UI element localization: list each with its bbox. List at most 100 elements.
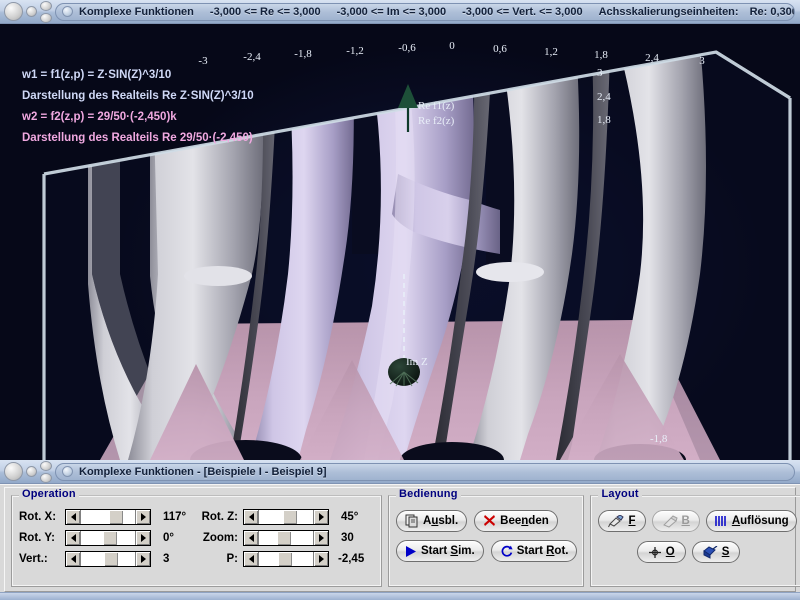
panel-title-field: Komplexe Funktionen - [Beispiele I - Bei… — [55, 462, 795, 481]
window-close-button[interactable] — [4, 2, 23, 21]
svg-text:2,4: 2,4 — [645, 52, 659, 64]
bedienung-row-2: Start Sim. Start Rot. — [396, 540, 578, 562]
start-sim-button[interactable]: Start Sim. — [396, 540, 484, 562]
resolution-icon — [714, 515, 728, 527]
slider-zoom[interactable] — [243, 530, 329, 546]
slider-rot-y-left-button[interactable] — [66, 531, 81, 545]
svg-text:1,2: 1,2 — [544, 46, 558, 58]
layout-f-button[interactable]: F — [598, 510, 646, 532]
value-rot-y: 0° — [163, 532, 174, 544]
slider-vert-right-button[interactable] — [135, 552, 150, 566]
tube-rim-2 — [476, 262, 544, 282]
formula-line-4: Darstellung des Realteils Re 29/50·(-2,4… — [22, 132, 253, 144]
slider-rot-y-thumb[interactable] — [102, 531, 117, 545]
layout-row-2: O S — [598, 541, 796, 563]
layout-o-label: O — [665, 546, 675, 558]
group-operation-legend: Operation — [19, 488, 79, 500]
panel-minimize-button[interactable] — [26, 466, 37, 477]
svg-text:-2,4: -2,4 — [243, 51, 261, 63]
window-bottom-bar — [0, 592, 800, 600]
layout-s-button[interactable]: S — [691, 541, 741, 563]
range-vert: -3,000 <= Vert. <= 3,000 — [462, 5, 583, 18]
slider-zoom-track[interactable] — [259, 531, 313, 545]
close-x-icon — [483, 514, 496, 529]
window-restore-button[interactable] — [40, 12, 52, 23]
window-zoom-buttons — [40, 0, 52, 23]
slider-rot-y-right-button[interactable] — [135, 531, 150, 545]
top-axis-ticks: -3 -2,4 -1,8 -1,2 -0,6 0 0,6 1,2 1,8 2,4… — [198, 40, 705, 67]
panel-window-title: Komplexe Funktionen - [Beispiele I - Bei… — [79, 465, 327, 478]
slider-p-thumb[interactable] — [278, 552, 293, 566]
bottom-right-tick: -1,8 — [650, 433, 668, 445]
slider-rot-x-right-button[interactable] — [135, 510, 150, 524]
panel-restore-button[interactable] — [40, 472, 52, 483]
slider-vert-track[interactable] — [81, 552, 135, 566]
layout-b-button[interactable]: B — [651, 510, 700, 532]
ausblenden-button[interactable]: Ausbl. — [396, 510, 468, 532]
formula-overlay: w1 = f1(z,p) = Z·SIN(Z)^3/10 Darstellung… — [21, 69, 254, 144]
slider-p-right-button[interactable] — [313, 552, 328, 566]
slider-rot-z-track[interactable] — [259, 510, 313, 524]
layout-s-label: S — [721, 546, 730, 558]
group-bedienung-legend: Bedienung — [396, 488, 461, 500]
label-zoom: Zoom: — [202, 532, 238, 544]
value-p: -2,45 — [338, 553, 365, 565]
3d-viewport[interactable]: -3 -2,4 -1,8 -1,2 -0,6 0 0,6 1,2 1,8 2,4… — [0, 24, 800, 460]
svg-text:1,8: 1,8 — [594, 49, 608, 61]
slider-vert-thumb[interactable] — [103, 552, 118, 566]
slider-zoom-right-button[interactable] — [313, 531, 328, 545]
slider-rot-y[interactable] — [65, 530, 151, 546]
application-window: Komplexe Funktionen -3,000 <= Re <= 3,00… — [0, 0, 800, 600]
slider-rot-z-right-button[interactable] — [313, 510, 328, 524]
slider-vert-left-button[interactable] — [66, 552, 81, 566]
3d-scene: -3 -2,4 -1,8 -1,2 -0,6 0 0,6 1,2 1,8 2,4… — [21, 40, 792, 460]
layout-f-label: F — [628, 515, 636, 527]
range-re: -3,000 <= Re <= 3,000 — [209, 5, 321, 18]
window-minimize-button[interactable] — [26, 6, 37, 17]
layout-o-button[interactable]: O — [636, 541, 686, 563]
copy-icon — [405, 514, 419, 528]
slider-rot-x[interactable] — [65, 509, 151, 525]
value-rot-x: 117° — [163, 511, 187, 523]
slider-p-left-button[interactable] — [244, 552, 259, 566]
main-title-field: Komplexe Funktionen -3,000 <= Re <= 3,00… — [55, 2, 795, 21]
layout-b-label: B — [681, 515, 690, 527]
panel-titlebar: Komplexe Funktionen - [Beispiele I - Bei… — [0, 460, 800, 484]
slider-p-track[interactable] — [259, 552, 313, 566]
aufloesung-button[interactable]: Auflösung — [705, 510, 797, 532]
slider-rot-z[interactable] — [243, 509, 329, 525]
panel-titlebar-dot-icon — [62, 466, 73, 477]
start-rot-button[interactable]: Start Rot. — [490, 540, 578, 562]
slider-rot-x-left-button[interactable] — [66, 510, 81, 524]
panel-window-controls — [0, 460, 52, 484]
slider-rot-z-thumb[interactable] — [282, 510, 297, 524]
beenden-button[interactable]: Beenden — [474, 510, 558, 532]
axis-label-re-f2: Re f2(z) — [418, 115, 455, 127]
window-maximize-button[interactable] — [40, 0, 52, 11]
window-controls — [0, 0, 52, 24]
panel-maximize-button[interactable] — [40, 460, 52, 471]
label-rot-x: Rot. X: — [19, 511, 57, 523]
range-im: -3,000 <= Im <= 3,000 — [336, 5, 447, 18]
slider-rot-x-thumb[interactable] — [109, 510, 124, 524]
formula-line-3: w2 = f2(z,p) = 29/50·(-2,450)k — [21, 111, 177, 123]
start-sim-label: Start Sim. — [421, 545, 475, 557]
axis-label-im-z: Im Z — [406, 356, 428, 368]
scaling-value: Re: 0,300 LE — [749, 5, 794, 18]
slider-rot-x-track[interactable] — [81, 510, 135, 524]
slider-vert[interactable] — [65, 551, 151, 567]
label-rot-z: Rot. Z: — [201, 511, 238, 523]
group-operation: Operation Rot. X: 117° Rot. Z: 45° Rot. … — [11, 488, 382, 587]
slider-p[interactable] — [243, 551, 329, 567]
panel-close-button[interactable] — [4, 462, 23, 481]
slider-zoom-left-button[interactable] — [244, 531, 259, 545]
slider-zoom-thumb[interactable] — [277, 531, 292, 545]
value-vert: 3 — [163, 553, 170, 565]
slider-rot-y-track[interactable] — [81, 531, 135, 545]
axis-label-re-f1: Re f1(z) — [418, 100, 455, 112]
group-bedienung: Bedienung Ausbl. Beenden Start Sim. Star… — [388, 488, 585, 587]
svg-text:0: 0 — [449, 40, 455, 52]
svg-text:-1,2: -1,2 — [346, 45, 363, 57]
svg-text:0,6: 0,6 — [493, 43, 507, 55]
slider-rot-z-left-button[interactable] — [244, 510, 259, 524]
